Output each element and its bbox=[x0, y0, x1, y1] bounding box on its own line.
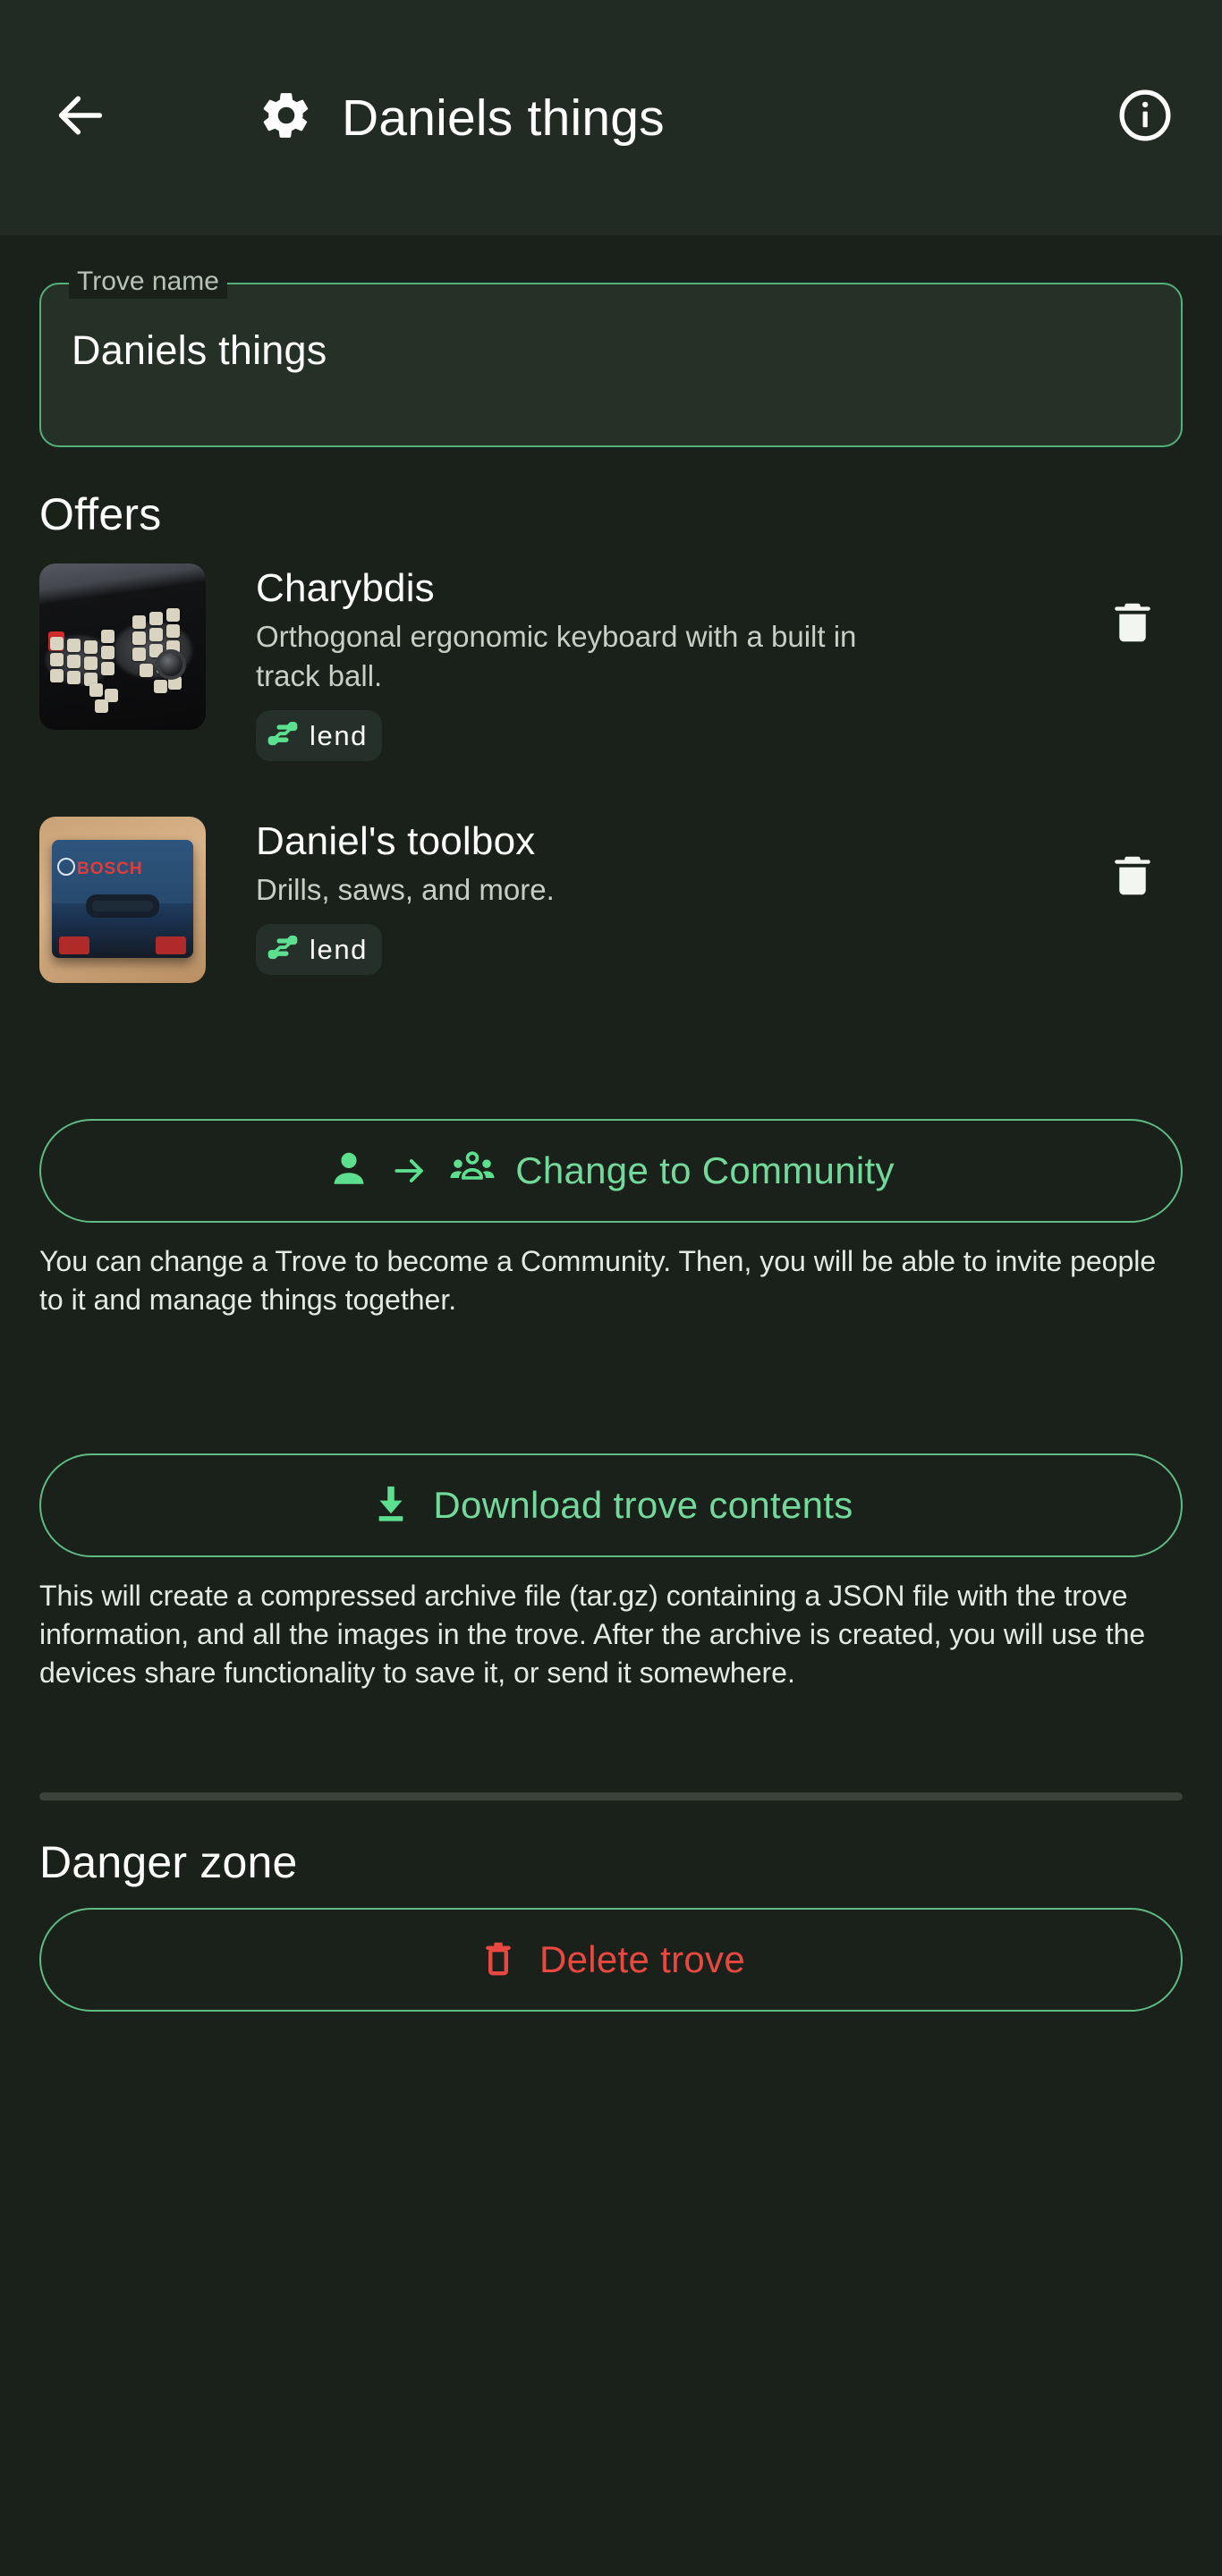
trove-name-label: Trove name bbox=[69, 265, 227, 299]
offer-details: Daniel's toolbox Drills, saws, and more.… bbox=[206, 817, 1091, 975]
download-icon bbox=[369, 1481, 413, 1530]
toolbox-photo: BOSCH bbox=[39, 817, 206, 983]
app-bar: Daniels things bbox=[0, 0, 1222, 235]
offer-type-chip[interactable]: lend bbox=[256, 710, 383, 761]
trash-icon bbox=[1107, 597, 1158, 653]
offer-thumbnail-toolbox[interactable]: BOSCH bbox=[39, 817, 206, 983]
hand-lend-icon bbox=[265, 929, 301, 970]
settings-content: Trove name Daniels things Offers Charybd… bbox=[0, 265, 1222, 2012]
settings-gear bbox=[254, 86, 318, 150]
people-group-icon bbox=[449, 1146, 496, 1197]
offer-description: Drills, saws, and more. bbox=[256, 873, 555, 906]
trove-name-input[interactable]: Daniels things bbox=[72, 327, 327, 374]
change-to-community-helper: You can change a Trove to become a Commu… bbox=[39, 1245, 1157, 1316]
page-title: Daniels things bbox=[342, 89, 665, 147]
download-trove-button[interactable]: Download trove contents bbox=[39, 1453, 1183, 1557]
danger-zone-heading: Danger zone bbox=[39, 1837, 298, 1887]
change-to-community-button[interactable]: Change to Community bbox=[39, 1119, 1183, 1223]
offer-row[interactable]: BOSCH Daniel's toolbox Drills, saws, and… bbox=[39, 806, 1183, 985]
offer-details: Charybdis Orthogonal ergonomic keyboard … bbox=[206, 564, 1091, 761]
back-button[interactable] bbox=[39, 77, 122, 159]
offer-description: Orthogonal ergonomic keyboard with a bui… bbox=[256, 620, 857, 692]
offer-name: Charybdis bbox=[256, 566, 435, 610]
offer-thumbnail-charybdis[interactable] bbox=[39, 564, 206, 730]
trove-name-field[interactable]: Trove name Daniels things bbox=[39, 265, 1183, 447]
trove-settings-screen: Daniels things Trove name Daniels things… bbox=[0, 0, 1222, 2576]
offer-type-label: lend bbox=[310, 933, 369, 965]
arrow-right-icon bbox=[390, 1151, 429, 1191]
person-icon bbox=[327, 1148, 370, 1195]
delete-trove-button[interactable]: Delete trove bbox=[39, 1908, 1183, 2012]
delete-trove-label: Delete trove bbox=[539, 1938, 746, 1980]
download-trove-helper: This will create a compressed archive fi… bbox=[39, 1580, 1146, 1689]
section-divider bbox=[39, 1792, 1183, 1801]
delete-offer-button[interactable] bbox=[1091, 583, 1174, 665]
delete-offer-button[interactable] bbox=[1091, 836, 1174, 919]
offers-heading: Offers bbox=[39, 489, 162, 539]
info-circle-icon bbox=[1116, 86, 1175, 149]
offer-row[interactable]: Charybdis Orthogonal ergonomic keyboard … bbox=[39, 553, 1183, 761]
trash-outline-icon bbox=[477, 1936, 520, 1984]
offer-name: Daniel's toolbox bbox=[256, 819, 536, 863]
info-button[interactable] bbox=[1111, 84, 1179, 152]
change-to-community-label: Change to Community bbox=[515, 1149, 895, 1191]
trash-icon bbox=[1107, 850, 1158, 906]
hand-lend-icon bbox=[265, 716, 301, 756]
offer-type-label: lend bbox=[310, 719, 369, 751]
keyboard-photo bbox=[39, 564, 206, 730]
download-trove-label: Download trove contents bbox=[433, 1484, 853, 1526]
arrow-back-icon bbox=[52, 87, 109, 148]
offer-type-chip[interactable]: lend bbox=[256, 924, 383, 975]
gear-icon bbox=[259, 88, 314, 148]
